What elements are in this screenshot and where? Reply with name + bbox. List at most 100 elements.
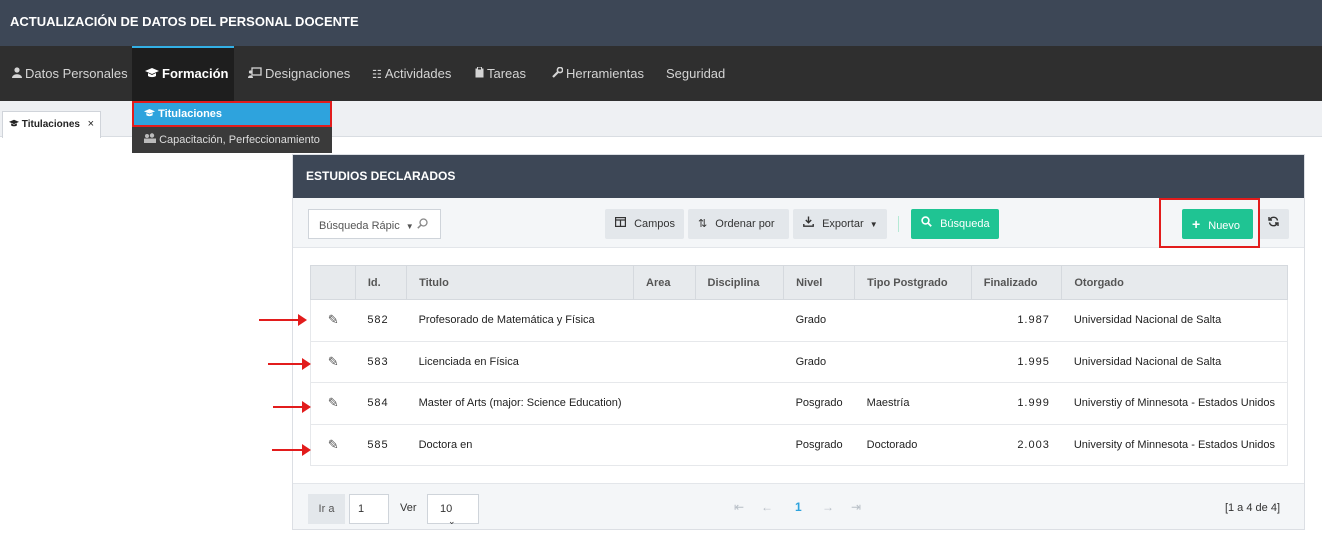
column-header-nivel[interactable]: Nivel <box>783 265 856 300</box>
per-page-value: 10 <box>440 503 453 515</box>
page-number-input[interactable]: 1 <box>349 494 389 524</box>
column-header-otorgado[interactable]: Otorgado <box>1061 265 1288 300</box>
cell-titulo: Doctora en <box>406 423 634 466</box>
cell-otorgado: Universidad Nacional de Salta <box>1061 299 1288 341</box>
exportar-button[interactable]: Exportar ▼ <box>793 209 887 239</box>
cell-disciplina <box>695 299 784 341</box>
edit-icon[interactable]: ✎ <box>328 437 339 452</box>
cell-tipo-postgrado: Maestría <box>854 382 972 424</box>
app-title: ACTUALIZACIÓN DE DATOS DEL PERSONAL DOCE… <box>0 0 1322 46</box>
caret-down-icon: ▼ <box>405 222 414 231</box>
search-icon <box>417 218 428 232</box>
cell-tipo-postgrado <box>854 340 972 383</box>
graduation-cap-icon <box>145 50 159 101</box>
cell-nivel: Grado <box>783 340 855 383</box>
download-icon <box>803 216 817 230</box>
column-header-tipo-postgrado[interactable]: Tipo Postgrado <box>854 265 972 300</box>
table-row: ✎ 583 Licenciada en Física Grado 1.995 U… <box>310 340 1288 383</box>
submenu-item-capacitacion[interactable]: Capacitación, Perfeccionamiento <box>132 127 332 153</box>
first-page-icon[interactable]: ⇤ <box>734 500 744 514</box>
menu-label: Tareas <box>487 66 527 81</box>
cell-area <box>633 423 696 466</box>
menu-label: Datos Personales <box>25 66 128 81</box>
annotation-arrow <box>268 358 311 370</box>
edit-icon[interactable]: ✎ <box>328 312 339 327</box>
campos-button[interactable]: Campos <box>605 209 684 239</box>
ordenar-button[interactable]: ⇅ Ordenar por <box>688 209 789 239</box>
clipboard-icon <box>475 48 484 103</box>
cell-finalizado: 2.003 <box>971 423 1062 466</box>
refresh-button[interactable] <box>1259 209 1289 239</box>
refresh-icon <box>1268 216 1279 230</box>
busqueda-button[interactable]: Búsqueda <box>911 209 999 239</box>
cell-id: 583 <box>355 340 407 383</box>
estudios-panel: ESTUDIOS DECLARADOS Búsqueda Rápic ▼ Cam… <box>292 154 1305 530</box>
main-menu: Datos Personales Formación Designaciones… <box>0 46 1322 101</box>
per-page-label: Ver <box>400 502 417 514</box>
table-row: ✎ 584 Master of Arts (major: Science Edu… <box>310 382 1288 424</box>
cell-area <box>633 340 696 383</box>
cell-finalizado: 1.987 <box>971 299 1062 341</box>
toolbar-divider <box>898 216 899 232</box>
current-page[interactable]: 1 <box>795 500 802 514</box>
submenu-label: Capacitación, Perfeccionamiento <box>159 134 320 146</box>
cell-id: 582 <box>355 299 407 341</box>
menu-item-tareas[interactable]: Tareas <box>475 46 526 101</box>
annotation-arrow <box>272 444 311 456</box>
chevron-down-icon: ⌄ <box>448 516 456 526</box>
menu-item-designaciones[interactable]: Designaciones <box>248 46 350 101</box>
tab-titulaciones[interactable]: Titulaciones × <box>2 111 101 138</box>
menu-item-actividades[interactable]: ☷ Actividades <box>372 46 451 101</box>
menu-item-herramientas[interactable]: Herramientas <box>552 46 644 101</box>
cell-otorgado: Universtiy of Minnesota - Estados Unidos <box>1061 382 1288 424</box>
close-icon[interactable]: × <box>88 118 94 130</box>
menu-item-seguridad[interactable]: Seguridad <box>666 46 725 101</box>
column-header-area[interactable]: Area <box>633 265 696 300</box>
column-header-disciplina[interactable]: Disciplina <box>694 265 785 300</box>
pagination-info: [1 a 4 de 4] <box>1224 502 1280 514</box>
column-header-finalizado[interactable]: Finalizado <box>970 265 1063 300</box>
cell-otorgado: University of Minnesota - Estados Unidos <box>1061 423 1288 466</box>
cell-finalizado: 1.999 <box>971 382 1062 424</box>
cell-otorgado: Universidad Nacional de Salta <box>1061 340 1288 383</box>
prev-page-icon[interactable]: ← <box>761 500 773 514</box>
cell-tipo-postgrado: Doctorado <box>854 423 972 466</box>
column-header-id[interactable]: Id. <box>354 265 408 300</box>
edit-icon[interactable]: ✎ <box>328 395 339 410</box>
users-icon <box>144 133 159 146</box>
caret-down-icon: ▼ <box>869 220 878 229</box>
cell-disciplina <box>695 423 784 466</box>
cell-titulo: Licenciada en Física <box>406 340 634 383</box>
quick-search-input[interactable]: Búsqueda Rápic ▼ <box>308 209 441 239</box>
edit-icon[interactable]: ✎ <box>328 354 339 369</box>
edit-cell: ✎ <box>310 340 356 383</box>
cell-tipo-postgrado <box>854 299 972 341</box>
menu-label: Formación <box>162 66 229 81</box>
submenu-item-titulaciones[interactable]: Titulaciones <box>132 101 332 127</box>
next-page-icon[interactable]: → <box>822 500 834 514</box>
submenu-label: Titulaciones <box>158 108 223 120</box>
last-page-icon[interactable]: ⇥ <box>851 500 861 514</box>
cell-nivel: Posgrado <box>783 382 855 424</box>
nuevo-highlight <box>1159 198 1260 248</box>
search-placeholder: Búsqueda Rápic <box>319 220 400 232</box>
go-to-page-button[interactable]: Ir a <box>308 494 345 524</box>
cell-titulo: Master of Arts (major: Science Education… <box>406 382 634 424</box>
menu-label: Herramientas <box>566 66 645 81</box>
menu-item-formacion[interactable]: Formación <box>132 46 234 101</box>
cell-disciplina <box>695 340 784 383</box>
column-header-titulo[interactable]: Titulo <box>406 265 635 300</box>
menu-label: Designaciones <box>265 66 351 81</box>
cell-nivel: Posgrado <box>783 423 855 466</box>
columns-icon <box>615 217 629 230</box>
annotation-arrow <box>259 314 307 326</box>
tab-label: Titulaciones <box>21 119 80 130</box>
estudios-table: Id. Titulo Area Disciplina Nivel Tipo Po… <box>310 265 1288 466</box>
per-page-select[interactable]: 10 ⌄ <box>427 494 479 526</box>
campos-label: Campos <box>634 218 676 230</box>
cell-id: 585 <box>355 423 407 466</box>
graduation-cap-icon <box>144 108 158 120</box>
menu-item-datos-personales[interactable]: Datos Personales <box>0 46 132 101</box>
cell-id: 584 <box>355 382 407 424</box>
exportar-label: Exportar <box>822 218 864 230</box>
